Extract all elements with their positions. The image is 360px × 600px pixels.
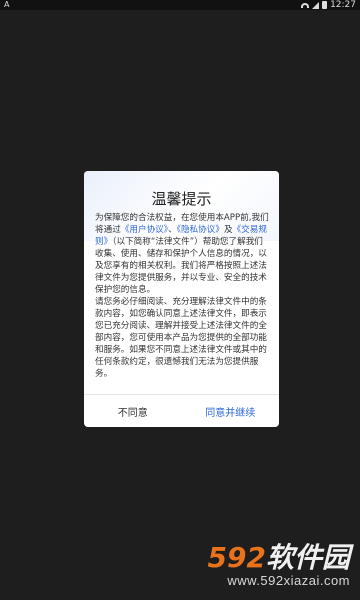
wifi-icon (301, 2, 310, 8)
watermark-logo-number: 592 (207, 541, 266, 574)
accept-continue-button[interactable]: 同意并继续 (182, 395, 280, 427)
body-text: 及 (223, 225, 233, 235)
privacy-dialog: 温馨提示 为保障您的合法权益，在您使用本APP前,我们将通过《用户协议》、《隐私… (84, 171, 279, 427)
battery-icon (322, 1, 328, 9)
dialog-footer: 不同意 同意并继续 (84, 394, 279, 427)
status-time: 12:27 (330, 0, 356, 10)
body-text: 请您务必仔细阅读、充分理解法律文件中的条款内容，如您确认同意上述法律文件，即表示… (95, 297, 267, 379)
agreement-link[interactable]: 《用户协议》 (121, 225, 168, 235)
watermark-logo-text: 软件园 (265, 541, 350, 574)
dialog-title: 温馨提示 (151, 190, 212, 208)
dialog-body: 为保障您的合法权益，在您使用本APP前,我们将通过《用户协议》、《隐私协议》及《… (95, 212, 270, 380)
decline-button[interactable]: 不同意 (84, 395, 182, 427)
notification-icon: A (4, 0, 10, 9)
body-text: 、 (168, 225, 177, 235)
agreement-link[interactable]: 《隐私协议》 (177, 225, 224, 235)
watermark-logo: 592软件园 (175, 543, 350, 573)
watermark-url: www.592xiazai.com (227, 573, 350, 588)
signal-icon (312, 1, 320, 9)
status-bar: A 12:27 (0, 0, 360, 10)
watermark: 592软件园 www.592xiazai.com (175, 543, 350, 589)
body-text: （以下简称“法律文件”）帮助您了解我们收集、使用、储存和保护个人信息的情况，以及… (95, 237, 267, 295)
